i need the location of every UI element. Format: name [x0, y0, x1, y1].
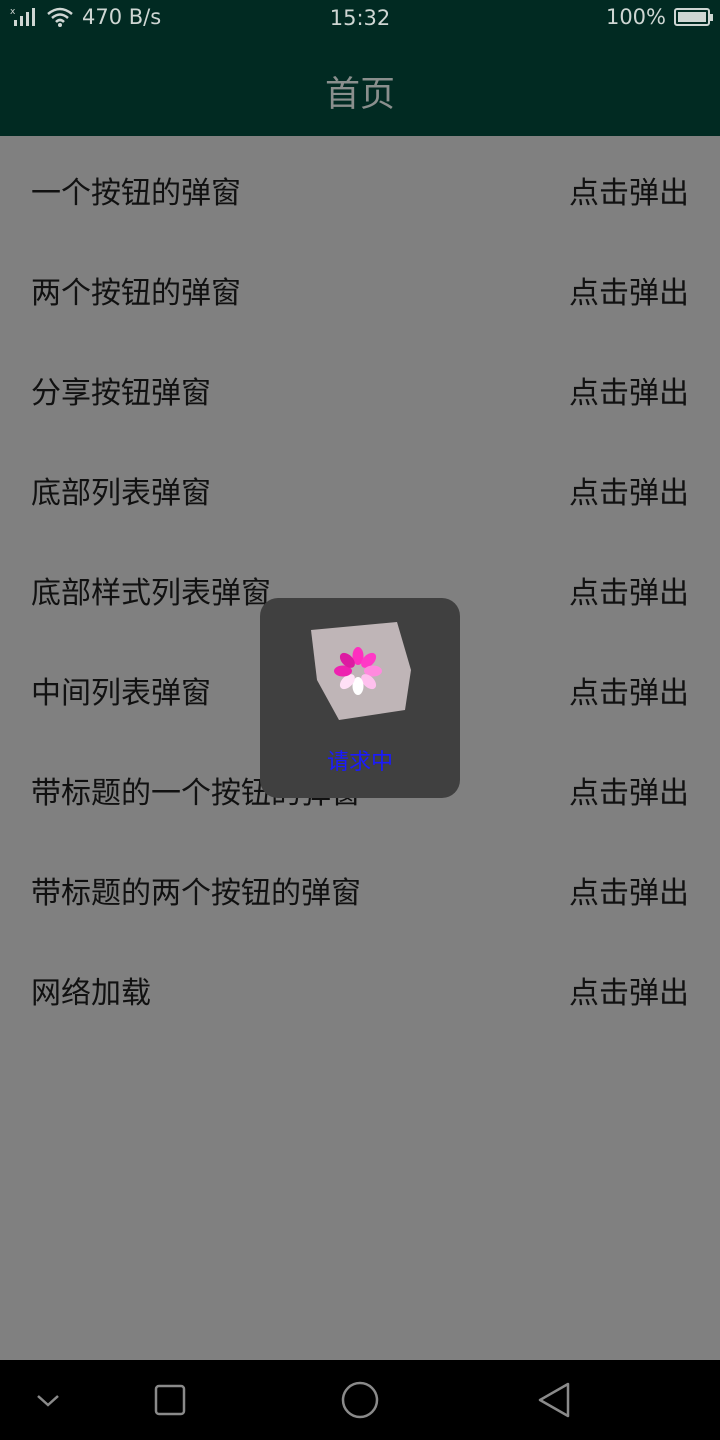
- list-item[interactable]: 网络加载 点击弹出: [0, 936, 720, 1036]
- loading-dialog: 请求中: [260, 598, 460, 798]
- list-item-label: 分享按钮弹窗: [31, 376, 211, 411]
- show-popup-button[interactable]: 点击弹出: [569, 568, 689, 612]
- show-popup-button[interactable]: 点击弹出: [569, 468, 689, 512]
- list-item[interactable]: 两个按钮的弹窗 点击弹出: [0, 236, 720, 336]
- list-item-label: 底部列表弹窗: [31, 476, 211, 511]
- show-popup-button[interactable]: 点击弹出: [569, 368, 689, 412]
- list-item-label: 中间列表弹窗: [31, 676, 211, 711]
- list-item-label: 底部样式列表弹窗: [31, 576, 271, 611]
- show-popup-button[interactable]: 点击弹出: [569, 968, 689, 1012]
- status-bar: x 470 B/s 15:32 100%: [0, 0, 720, 36]
- list-item-label: 带标题的两个按钮的弹窗: [31, 876, 361, 911]
- show-popup-button[interactable]: 点击弹出: [569, 268, 689, 312]
- battery-percent: 100%: [605, 5, 666, 29]
- list-item[interactable]: 底部列表弹窗 点击弹出: [0, 436, 720, 536]
- list-item-label: 两个按钮的弹窗: [31, 276, 241, 311]
- list-item-label: 一个按钮的弹窗: [31, 176, 241, 211]
- list-item[interactable]: 分享按钮弹窗 点击弹出: [0, 336, 720, 436]
- loading-text: 请求中: [326, 750, 393, 775]
- list-item[interactable]: 带标题的两个按钮的弹窗 点击弹出: [0, 836, 720, 936]
- home-circle-icon[interactable]: [340, 1380, 380, 1420]
- show-popup-button[interactable]: 点击弹出: [569, 768, 689, 812]
- recents-square-icon[interactable]: [150, 1380, 190, 1420]
- battery-level: [678, 12, 706, 22]
- loading-spinner-icon: [311, 622, 411, 720]
- back-triangle-icon[interactable]: [534, 1380, 574, 1420]
- app-bar: 首页: [0, 36, 720, 136]
- dialog-demo-list: 一个按钮的弹窗 点击弹出 两个按钮的弹窗 点击弹出 分享按钮弹窗 点击弹出 底部…: [0, 136, 720, 1036]
- page-title: 首页: [324, 75, 395, 115]
- status-right: 100%: [605, 5, 713, 29]
- show-popup-button[interactable]: 点击弹出: [569, 668, 689, 712]
- show-popup-button[interactable]: 点击弹出: [569, 868, 689, 912]
- chevron-down-icon[interactable]: [28, 1380, 68, 1420]
- show-popup-button[interactable]: 点击弹出: [569, 168, 689, 212]
- list-item-label: 网络加载: [31, 976, 151, 1011]
- system-nav-bar: [0, 1360, 720, 1440]
- list-item[interactable]: 一个按钮的弹窗 点击弹出: [0, 136, 720, 236]
- battery-icon: [674, 8, 713, 26]
